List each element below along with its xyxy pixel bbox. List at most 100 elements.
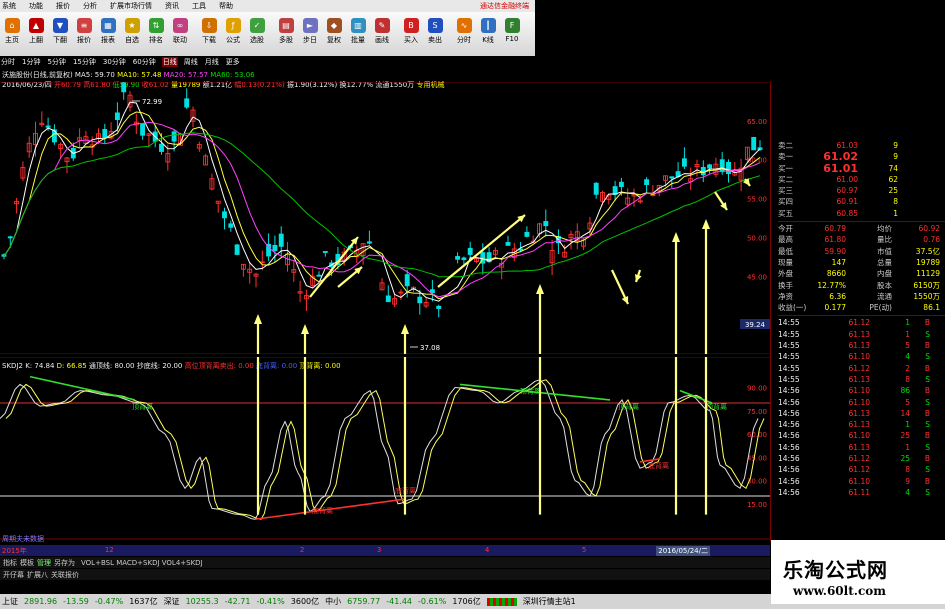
- order-volume: 1: [893, 208, 898, 218]
- toolbar-button-13[interactable]: ◆ 复权: [322, 18, 346, 45]
- tab-9[interactable]: 更多: [225, 57, 241, 67]
- toolbar-button-19[interactable]: ┃ K线: [476, 18, 500, 45]
- toolbar-button-18[interactable]: ∿ 分时: [452, 18, 476, 45]
- stat-label: 最低: [778, 246, 793, 256]
- candle-body: [404, 274, 410, 287]
- candle-body: [316, 274, 322, 277]
- toolbar-button-0[interactable]: ⌂ 主页: [0, 18, 24, 45]
- tick-direction: S: [925, 374, 930, 384]
- order-book-row[interactable]: 买三 60.97 25: [778, 185, 945, 196]
- order-book-row[interactable]: 卖一 61.02 9: [778, 151, 945, 163]
- stat-value: 37.5亿: [915, 246, 940, 256]
- tab-5[interactable]: 60分钟: [132, 57, 157, 67]
- filter-icon: ✓: [249, 18, 265, 33]
- candle-body: [524, 231, 530, 237]
- tick-row: 14:55 61.12 1 B: [778, 317, 945, 328]
- menu-alert[interactable]: 通达信金融终端: [480, 1, 529, 11]
- stat-value: 0.76: [923, 235, 940, 245]
- order-book-row[interactable]: 买五 60.85 1: [778, 208, 945, 219]
- download-icon: ⇩: [201, 18, 217, 33]
- tab-1[interactable]: 1分钟: [21, 57, 41, 67]
- tick-time: 14:56: [778, 454, 800, 464]
- tick-time: 14:55: [778, 352, 800, 362]
- tab-4[interactable]: 30分钟: [102, 57, 127, 67]
- menu-item-7[interactable]: 帮助: [219, 1, 233, 11]
- order-book-row[interactable]: 买四 60.91 8: [778, 196, 945, 207]
- extension-button-1[interactable]: 扩展八: [27, 570, 48, 580]
- toolbar-button-11[interactable]: ▤ 多股: [274, 18, 298, 45]
- sh-index-label: 上证: [2, 597, 18, 606]
- sme-index-amount: 1706亿: [452, 597, 481, 606]
- candle-body: [707, 164, 713, 169]
- toolbar-button-15[interactable]: ✎ 画线: [370, 18, 394, 45]
- tick-volume: 9: [905, 476, 910, 486]
- order-level: 卖一: [778, 152, 793, 162]
- template-button-2[interactable]: 管理: [37, 558, 51, 568]
- candle-body: [467, 247, 473, 255]
- tab-0[interactable]: 分时: [0, 57, 16, 67]
- menu-item-2[interactable]: 报价: [56, 1, 70, 11]
- stat-value: 6150万: [913, 280, 940, 290]
- stat-row: 外盘 8660 内盘 11129: [778, 268, 945, 279]
- tab-6[interactable]: 日线: [161, 57, 178, 67]
- ma20-label: MA20: 57.57: [163, 71, 209, 79]
- toolbar-button-9[interactable]: ƒ 公式: [221, 18, 245, 45]
- toolbar-label: 上翻: [29, 36, 43, 44]
- formula-list[interactable]: VOL+BSL MACD+SKDJ VOL4+SKDJ: [81, 559, 203, 567]
- toolbar-button-7[interactable]: ∞ 联动: [168, 18, 192, 45]
- toolbar-button-3[interactable]: ≡ 报价: [72, 18, 96, 45]
- skdj-indicator-chart[interactable]: 90.0075.0060.0045.0030.0015.00顶背离顶背离顶背离顶…: [0, 357, 770, 540]
- stat-label: 流通: [877, 291, 892, 301]
- toolbar-button-14[interactable]: ▥ 批量: [346, 18, 370, 45]
- tick-direction: B: [924, 341, 930, 351]
- menu-item-0[interactable]: 系统: [2, 1, 16, 11]
- toolbar-button-16[interactable]: B 买入: [399, 18, 423, 45]
- order-book-row[interactable]: 买一 61.01 74: [778, 161, 945, 175]
- tick-row: 14:56 61.13 14 B: [778, 408, 945, 419]
- tick-volume: 4: [905, 487, 910, 497]
- order-book-row[interactable]: 买二 61.00 62: [778, 174, 945, 185]
- toolbar-button-8[interactable]: ⇩ 下载: [197, 18, 221, 45]
- template-button-3[interactable]: 另存为: [54, 558, 75, 568]
- stat-label: 现量: [778, 257, 793, 267]
- connection-label[interactable]: 深圳行情主站1: [523, 596, 576, 607]
- tick-volume: 1: [905, 420, 910, 430]
- indicator-tick-label: 60.00: [747, 431, 767, 439]
- tab-7[interactable]: 周线: [183, 57, 199, 67]
- menu-item-3[interactable]: 分析: [83, 1, 97, 11]
- toolbar-button-10[interactable]: ✓ 选股: [245, 18, 269, 45]
- toolbar-button-20[interactable]: F F10: [500, 18, 524, 43]
- toolbar-button-6[interactable]: ⇅ 排名: [144, 18, 168, 45]
- kline-chart[interactable]: 65.0060.0055.0050.0045.0039.2472.9937.08: [0, 82, 770, 354]
- toolbar-button-17[interactable]: S 卖出: [423, 18, 447, 45]
- sz-index-amount: 3600亿: [290, 597, 320, 606]
- menu-item-6[interactable]: 工具: [192, 1, 206, 11]
- tick-direction: B: [924, 454, 930, 464]
- menu-item-1[interactable]: 功能: [29, 1, 43, 11]
- toolbar-button-4[interactable]: ▦ 报表: [96, 18, 120, 45]
- order-volume: 62: [888, 174, 898, 184]
- order-price: 60.97: [836, 186, 858, 196]
- toolbar-button-2[interactable]: ▼ 下翻: [48, 18, 72, 45]
- order-price: 61.01: [823, 161, 858, 175]
- toolbar-button-12[interactable]: ► 步日: [298, 18, 322, 45]
- tab-2[interactable]: 5分钟: [46, 57, 66, 67]
- candle-body: [436, 305, 442, 309]
- tab-3[interactable]: 15分钟: [72, 57, 97, 67]
- order-book-row[interactable]: 卖二 61.03 9: [778, 140, 945, 151]
- top-divergence-line: [29, 375, 136, 401]
- menu-item-4[interactable]: 扩展市场行情: [110, 1, 152, 11]
- extension-button-0[interactable]: 开仔幕: [3, 570, 24, 580]
- order-volume: 25: [888, 186, 898, 196]
- menu-item-5[interactable]: 资讯: [165, 1, 179, 11]
- signal-arrow-head: [401, 324, 409, 334]
- toolbar-button-5[interactable]: ★ 自选: [120, 18, 144, 45]
- tick-volume: 86: [900, 386, 910, 396]
- extension-button-2[interactable]: 关联报价: [51, 570, 79, 580]
- tab-8[interactable]: 月线: [204, 57, 220, 67]
- template-button-1[interactable]: 模板: [20, 558, 34, 568]
- trading-app: 系统 功能 报价 分析 扩展市场行情 资讯 工具 帮助 通达信金融终端 ⌂ 主页 ▲ 上翻 ▼ 下翻 ≡ 报价…: [0, 0, 945, 609]
- template-button-0[interactable]: 指标: [3, 558, 17, 568]
- toolbar-button-1[interactable]: ▲ 上翻: [24, 18, 48, 45]
- time-mark: 12: [104, 546, 114, 554]
